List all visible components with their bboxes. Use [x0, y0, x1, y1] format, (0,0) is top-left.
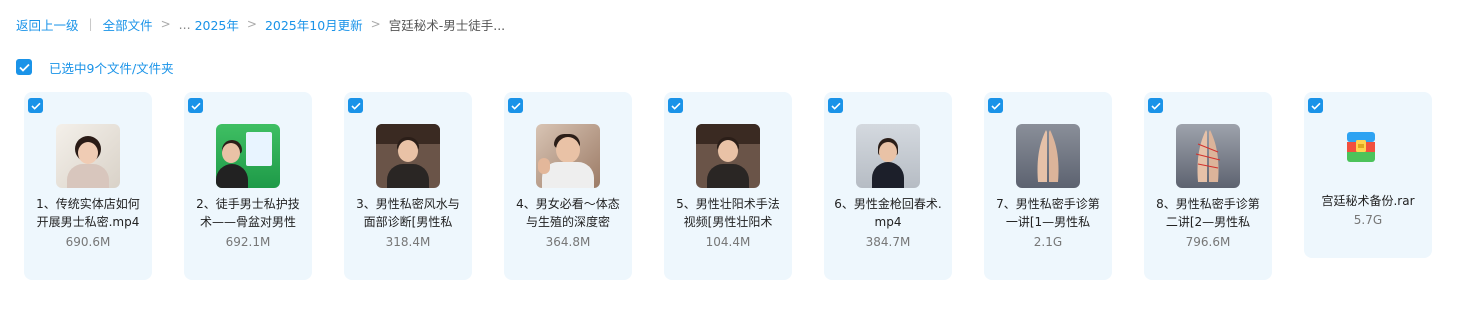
file-card[interactable]: 宫廷秘术备份.rar 5.7G — [1304, 92, 1432, 258]
file-checkbox[interactable] — [1308, 98, 1323, 113]
file-name: 1、传统实体店如何开展男士私密.mp4 — [36, 197, 140, 229]
file-size: 104.4M — [705, 235, 751, 249]
file-checkbox[interactable] — [988, 98, 1003, 113]
breadcrumb-ellipsis[interactable]: ... — [179, 17, 191, 32]
file-size: 2.1G — [1033, 235, 1063, 249]
breadcrumb-2025[interactable]: 2025年 — [195, 15, 239, 34]
video-thumbnail — [1016, 124, 1080, 188]
file-checkbox[interactable] — [188, 98, 203, 113]
file-name: 8、男性私密手诊第二讲[2—男性私 — [1156, 197, 1260, 229]
video-thumbnail — [56, 124, 120, 188]
selection-count-label: 已选中9个文件/文件夹 — [49, 60, 174, 76]
file-card[interactable]: 8、男性私密手诊第二讲[2—男性私 796.6M — [1144, 92, 1272, 280]
file-checkbox[interactable] — [28, 98, 43, 113]
checkmark-icon — [1150, 102, 1161, 110]
checkmark-icon — [830, 102, 841, 110]
breadcrumb-2025-10-update[interactable]: 2025年10月更新 — [265, 15, 363, 34]
file-card[interactable]: 4、男女必看～体态与生殖的深度密 364.8M — [504, 92, 632, 280]
chevron-right-icon: > — [370, 17, 381, 31]
breadcrumb-all-files[interactable]: 全部文件 — [103, 15, 153, 34]
checkmark-icon — [1310, 102, 1321, 110]
video-thumbnail — [696, 124, 760, 188]
file-size: 692.1M — [225, 235, 271, 249]
file-checkbox[interactable] — [508, 98, 523, 113]
file-card[interactable]: 6、男性金枪回春术.mp4 384.7M — [824, 92, 952, 280]
file-size: 364.8M — [545, 235, 591, 249]
video-thumbnail — [856, 124, 920, 188]
video-thumbnail — [536, 124, 600, 188]
back-link[interactable]: 返回上一级 — [16, 15, 79, 34]
file-name: 3、男性私密风水与面部诊断[男性私 — [356, 197, 460, 229]
file-checkbox[interactable] — [668, 98, 683, 113]
chevron-right-icon: > — [246, 17, 257, 31]
rar-archive-icon — [1347, 132, 1375, 162]
file-name: 7、男性私密手诊第一讲[1—男性私 — [996, 197, 1100, 229]
file-size: 384.7M — [865, 235, 911, 249]
selection-bar: 已选中9个文件/文件夹 — [16, 58, 174, 76]
file-card[interactable]: 2、徒手男士私护技术——骨盆对男性 692.1M — [184, 92, 312, 280]
checkmark-icon — [990, 102, 1001, 110]
file-name: 4、男女必看～体态与生殖的深度密 — [516, 197, 620, 229]
chevron-right-icon: > — [160, 17, 171, 31]
file-name: 宫廷秘术备份.rar — [1321, 194, 1415, 208]
file-card[interactable]: 3、男性私密风水与面部诊断[男性私 318.4M — [344, 92, 472, 280]
file-size: 5.7G — [1353, 213, 1383, 227]
checkmark-icon — [18, 63, 30, 72]
file-size: 796.6M — [1185, 235, 1231, 249]
checkmark-icon — [190, 102, 201, 110]
file-name: 6、男性金枪回春术.mp4 — [834, 197, 942, 229]
file-card[interactable]: 1、传统实体店如何开展男士私密.mp4 690.6M — [24, 92, 152, 280]
file-checkbox[interactable] — [348, 98, 363, 113]
file-size: 318.4M — [385, 235, 431, 249]
file-name: 2、徒手男士私护技术——骨盆对男性 — [196, 197, 300, 229]
breadcrumb-current-folder: 宫廷秘术-男士徒手... — [388, 17, 506, 33]
checkmark-icon — [350, 102, 361, 110]
checkmark-icon — [30, 102, 41, 110]
file-checkbox[interactable] — [828, 98, 843, 113]
video-thumbnail — [1176, 124, 1240, 188]
video-thumbnail — [216, 124, 280, 188]
file-checkbox[interactable] — [1148, 98, 1163, 113]
select-all-checkbox[interactable] — [16, 59, 32, 75]
breadcrumb: 返回上一级 | 全部文件 > ... 2025年 > 2025年10月更新 > … — [16, 15, 505, 33]
file-card[interactable]: 7、男性私密手诊第一讲[1—男性私 2.1G — [984, 92, 1112, 280]
video-thumbnail — [376, 124, 440, 188]
checkmark-icon — [510, 102, 521, 110]
file-size: 690.6M — [65, 235, 111, 249]
checkmark-icon — [670, 102, 681, 110]
file-card[interactable]: 5、男性壮阳术手法视频[男性壮阳术 104.4M — [664, 92, 792, 280]
breadcrumb-divider: | — [88, 17, 93, 31]
file-name: 5、男性壮阳术手法视频[男性壮阳术 — [676, 197, 780, 229]
